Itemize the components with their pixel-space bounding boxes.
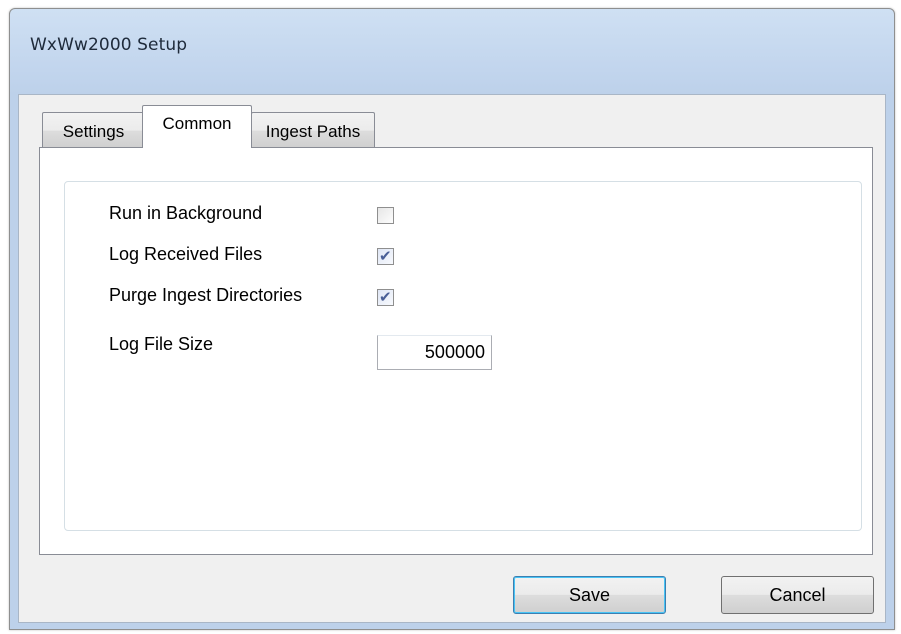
checkmark-icon: ✔ (379, 247, 392, 265)
checkmark-icon: ✔ (379, 288, 392, 306)
run-in-background-label: Run in Background (109, 203, 263, 223)
tab-panel-common: Run in Background Log Received Files ✔ P… (39, 147, 873, 555)
run-in-background-checkbox[interactable] (377, 207, 394, 224)
save-button[interactable]: Save (513, 576, 666, 614)
log-received-files-checkbox[interactable]: ✔ (377, 247, 394, 265)
cancel-button[interactable]: Cancel (721, 576, 874, 614)
tab-common[interactable]: Common (142, 105, 252, 148)
window-title: WxWw2000 Setup (30, 35, 188, 55)
log-file-size-label: Log File Size (109, 334, 214, 354)
purge-ingest-directories-label: Purge Ingest Directories (109, 285, 303, 305)
log-received-files-label: Log Received Files (109, 244, 263, 264)
options-group-box: Run in Background Log Received Files ✔ P… (64, 181, 862, 531)
tab-ingest-paths[interactable]: Ingest Paths (251, 112, 375, 148)
purge-ingest-directories-checkbox[interactable]: ✔ (377, 288, 394, 306)
dialog-client-area: Settings Common Ingest Paths Run in Back… (18, 94, 886, 623)
log-file-size-input[interactable]: 500000 (377, 335, 492, 370)
setup-dialog: WxWw2000 Setup Settings Common Ingest Pa… (9, 8, 895, 630)
tab-settings[interactable]: Settings (42, 112, 145, 148)
